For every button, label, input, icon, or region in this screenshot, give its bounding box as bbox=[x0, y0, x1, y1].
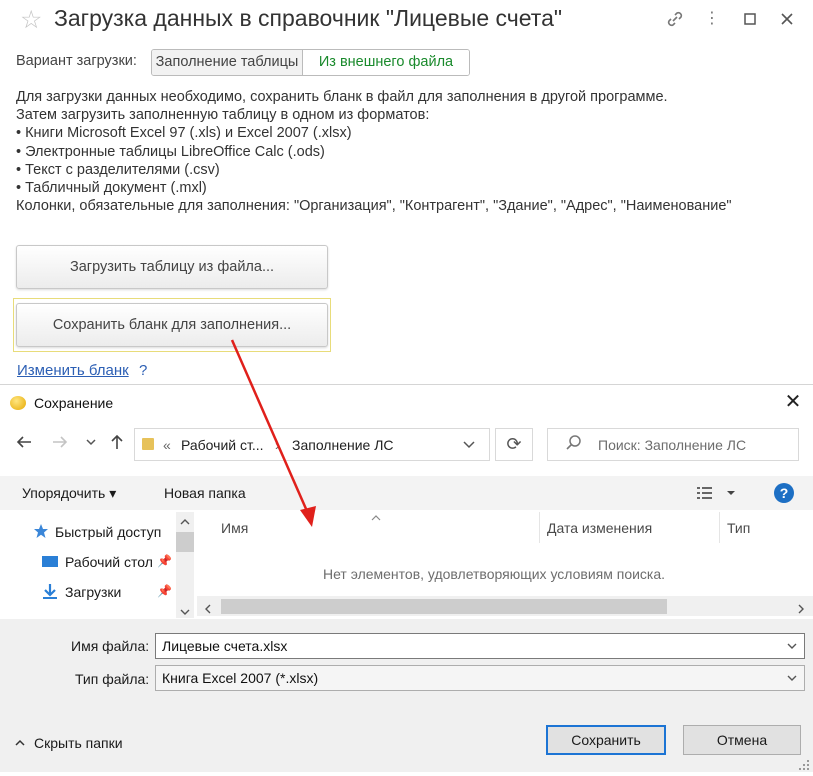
address-bar[interactable]: « Рабочий ст... › Заполнение ЛС bbox=[134, 428, 490, 461]
list-scrollbar[interactable] bbox=[197, 596, 813, 616]
scroll-right-icon[interactable] bbox=[796, 601, 806, 619]
up-icon[interactable] bbox=[108, 432, 126, 457]
load-table-button[interactable]: Загрузить таблицу из файла... bbox=[16, 245, 328, 289]
breadcrumb-current[interactable]: Заполнение ЛС bbox=[292, 437, 394, 453]
save-dialog: Сохранение ✕ « Рабочий ст... › Заполнени… bbox=[0, 384, 813, 772]
pin-icon: 📌 bbox=[157, 554, 172, 568]
refresh-icon[interactable]: ⟳ bbox=[495, 428, 533, 461]
info-line: Затем загрузить заполненную таблицу в од… bbox=[16, 107, 430, 124]
dialog-footer: Имя файла: Лицевые счета.xlsx Тип файла:… bbox=[0, 619, 813, 772]
variant-switch: Заполнение таблицы Из внешнего файла bbox=[151, 49, 470, 76]
desktop-icon bbox=[41, 554, 59, 575]
nav-item-quick-access[interactable]: Быстрый доступ bbox=[55, 524, 161, 540]
variant-table-fill[interactable]: Заполнение таблицы bbox=[152, 50, 303, 75]
scroll-thumb[interactable] bbox=[176, 532, 194, 552]
new-folder-button[interactable]: Новая папка bbox=[164, 485, 246, 501]
favorite-star-icon[interactable]: ☆ bbox=[20, 8, 42, 33]
chevron-down-icon[interactable] bbox=[786, 634, 798, 667]
downloads-icon bbox=[41, 583, 59, 606]
chevron-down-icon[interactable] bbox=[786, 666, 798, 699]
help-mark[interactable]: ? bbox=[139, 362, 147, 379]
dialog-toolbar: Упорядочить ▾ Новая папка ? bbox=[0, 476, 813, 510]
column-name[interactable]: Имя bbox=[221, 520, 248, 536]
instructions-text: Для загрузки данных необходимо, сохранит… bbox=[16, 88, 732, 215]
variant-external-file[interactable]: Из внешнего файла bbox=[303, 50, 469, 75]
hide-folders-button[interactable]: Скрыть папки bbox=[34, 735, 123, 751]
help-icon[interactable]: ? bbox=[774, 483, 794, 503]
variant-label: Вариант загрузки: bbox=[16, 53, 137, 69]
column-type[interactable]: Тип bbox=[727, 520, 750, 536]
filetype-label: Тип файла: bbox=[75, 671, 150, 687]
breadcrumb-chevron-icon: › bbox=[275, 437, 280, 453]
info-line: • Книги Microsoft Excel 97 (.xls) и Exce… bbox=[16, 125, 352, 142]
scroll-up-icon[interactable] bbox=[180, 514, 190, 532]
address-dropdown-icon[interactable] bbox=[462, 435, 476, 456]
recent-icon[interactable] bbox=[84, 432, 98, 457]
filetype-value: Книга Excel 2007 (*.xlsx) bbox=[162, 670, 319, 686]
scroll-thumb[interactable] bbox=[221, 599, 667, 614]
column-date[interactable]: Дата изменения bbox=[547, 520, 652, 536]
breadcrumb-overflow[interactable]: « bbox=[163, 437, 171, 453]
app-icon bbox=[10, 396, 26, 410]
filename-value: Лицевые счета.xlsx bbox=[162, 638, 288, 654]
more-icon[interactable]: ⋮ bbox=[703, 10, 721, 28]
breadcrumb-desktop[interactable]: Рабочий ст... bbox=[181, 437, 264, 453]
nav-item-desktop[interactable]: Рабочий стол bbox=[65, 554, 157, 570]
scroll-left-icon[interactable] bbox=[203, 601, 213, 619]
info-line: • Электронные таблицы LibreOffice Calc (… bbox=[16, 143, 325, 160]
cancel-button[interactable]: Отмена bbox=[683, 725, 801, 755]
save-button[interactable]: Сохранить bbox=[546, 725, 666, 755]
pin-icon: 📌 bbox=[157, 584, 172, 598]
file-list: Имя Дата изменения Тип Нет элементов, уд… bbox=[197, 512, 813, 618]
filename-label: Имя файла: bbox=[71, 638, 150, 654]
info-line: • Табличный документ (.mxl) bbox=[16, 179, 207, 196]
empty-message: Нет элементов, удовлетворяющих условиям … bbox=[323, 566, 666, 582]
folder-icon bbox=[142, 438, 154, 450]
search-placeholder: Поиск: Заполнение ЛС bbox=[598, 437, 747, 453]
navigation-pane: Быстрый доступ Рабочий стол 📌 Загрузки 📌 bbox=[0, 512, 195, 618]
save-template-button[interactable]: Сохранить бланк для заполнения... bbox=[16, 303, 328, 347]
nav-scrollbar[interactable] bbox=[176, 512, 194, 618]
info-line: • Текст с разделителями (.csv) bbox=[16, 161, 220, 178]
search-input[interactable]: Поиск: Заполнение ЛС bbox=[547, 428, 799, 461]
back-icon[interactable] bbox=[14, 432, 34, 457]
filename-field[interactable]: Лицевые счета.xlsx bbox=[155, 633, 805, 659]
search-icon bbox=[565, 434, 583, 457]
view-icon[interactable] bbox=[696, 485, 740, 506]
nav-item-downloads[interactable]: Загрузки bbox=[65, 584, 121, 600]
resize-grip-icon[interactable] bbox=[798, 758, 810, 776]
filetype-select[interactable]: Книга Excel 2007 (*.xlsx) bbox=[155, 665, 805, 691]
forward-icon[interactable] bbox=[50, 432, 70, 457]
collapse-icon[interactable] bbox=[14, 736, 26, 754]
import-form: ☆ Загрузка данных в справочник "Лицевые … bbox=[0, 0, 813, 390]
column-divider bbox=[719, 512, 720, 543]
change-template-link[interactable]: Изменить бланк bbox=[17, 362, 129, 379]
organize-button[interactable]: Упорядочить ▾ bbox=[22, 485, 116, 502]
info-line: Колонки, обязательные для заполнения: "О… bbox=[16, 198, 732, 215]
close-icon[interactable]: ✕ bbox=[783, 391, 803, 413]
quick-access-icon bbox=[33, 523, 49, 544]
info-line: Для загрузки данных необходимо, сохранит… bbox=[16, 89, 668, 105]
close-form-icon[interactable] bbox=[778, 10, 796, 28]
sort-icon bbox=[370, 509, 382, 527]
dialog-titlebar: Сохранение ✕ bbox=[0, 385, 813, 421]
column-divider bbox=[539, 512, 540, 543]
form-title: Загрузка данных в справочник "Лицевые сч… bbox=[54, 5, 563, 31]
dialog-title: Сохранение bbox=[34, 395, 114, 411]
maximize-icon[interactable] bbox=[741, 10, 759, 28]
link-icon[interactable] bbox=[666, 10, 684, 28]
